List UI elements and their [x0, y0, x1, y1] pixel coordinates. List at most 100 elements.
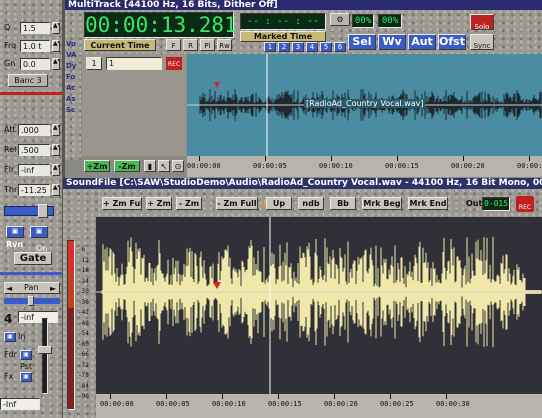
wave-button[interactable]: Wv — [378, 34, 406, 50]
select-button[interactable]: Sel — [348, 34, 376, 50]
pan-right-icon[interactable]: ► — [50, 284, 56, 293]
track-selector-button[interactable]: 5 — [320, 42, 332, 52]
fader-icon[interactable]: ▣ — [20, 350, 32, 360]
automation-button[interactable]: Aut — [408, 34, 436, 50]
transport-button[interactable]: Pl — [200, 39, 215, 51]
soundfile-toolbar-button[interactable]: + Zm — [146, 197, 172, 210]
eq-control-spin[interactable]: ▲▼ — [52, 58, 60, 70]
soundfile-toolbar-button[interactable]: Mrk Beg — [362, 197, 402, 210]
fader-handle[interactable] — [38, 346, 52, 354]
dynamics-control-spin[interactable]: ▲▼ — [52, 144, 60, 156]
mt-tool-button-3[interactable]: ⊙ — [172, 160, 184, 172]
input-icon[interactable]: ▣ — [4, 332, 16, 342]
pan-slider-handle[interactable] — [28, 296, 34, 306]
soundfile-toolbar-button[interactable]: - Zm Full — [216, 197, 258, 210]
bottom-value-field[interactable]: -Inf — [0, 398, 40, 410]
gate-icon[interactable]: ▣ — [30, 226, 48, 238]
meter-scale-label: -24 — [78, 277, 89, 285]
soundfile-toolbar-button[interactable]: ndb — [298, 197, 324, 210]
mt-zoom-out-button[interactable]: -Zm — [114, 160, 140, 172]
transport-button[interactable]: Rw — [217, 39, 232, 51]
fx-icon[interactable]: ▣ — [20, 372, 32, 382]
dynamics-control-field[interactable]: -inf — [18, 164, 50, 176]
multitrack-side-letter[interactable]: Fo — [66, 73, 75, 81]
sf-record-icon[interactable]: REC — [516, 196, 534, 212]
multitrack-side-letter[interactable]: Ac — [66, 84, 76, 92]
sf-playhead-icon[interactable] — [213, 282, 221, 289]
mt-tool-button-2[interactable]: ↖ — [158, 160, 170, 172]
soundfile-toolbar-button[interactable]: - Zm — [176, 197, 202, 210]
multitrack-ruler-tick — [529, 156, 530, 161]
dynamics-control-field[interactable]: .500 — [18, 144, 50, 156]
sync-button[interactable]: Sync — [470, 34, 494, 50]
marked-time-button[interactable]: Marked Time — [240, 31, 326, 42]
multitrack-side-letter[interactable]: As — [66, 95, 76, 103]
track-name-field[interactable]: 1 — [106, 57, 162, 70]
gate-button[interactable]: Gate — [14, 252, 52, 265]
volume-field[interactable]: -inf — [18, 311, 58, 323]
transport-button[interactable]: R — [183, 39, 198, 51]
track-selector-button[interactable]: 3 — [292, 42, 304, 52]
eq-control-field[interactable]: 1.5 — [20, 22, 50, 34]
track-selector-button[interactable]: 1 — [264, 42, 276, 52]
eq-control-spin[interactable]: ▲▼ — [52, 22, 60, 34]
track-record-label: REC — [167, 61, 181, 68]
current-time-button[interactable]: Current Time — [84, 39, 156, 51]
multitrack-ruler-label: 00:00:2 — [517, 162, 542, 170]
multitrack-ruler-tick — [199, 156, 200, 161]
meter-scale-label: -60 — [78, 340, 89, 348]
solo-button[interactable]: Solo — [470, 14, 494, 30]
soundfile-toolbar-button[interactable]: Up — [266, 197, 292, 210]
soundfile-toolbar-button[interactable]: Bb — [330, 197, 356, 210]
mt-tool-button-1[interactable]: ▮ — [144, 160, 156, 172]
dynamics-control-label: Rel — [4, 145, 17, 154]
multitrack-side-letter[interactable]: Sc — [66, 106, 75, 114]
level-meter — [67, 240, 75, 410]
offset-button[interactable]: Ofst — [438, 34, 466, 50]
soundfile-toolbar-button[interactable]: + Zm Full — [102, 197, 142, 210]
track-selector-button[interactable]: 2 — [278, 42, 290, 52]
soundfile-toolbar-button[interactable]: Mrk End — [408, 197, 448, 210]
reverb-icon[interactable]: ▣ — [6, 226, 24, 238]
track-selector-button[interactable]: 6 — [334, 42, 346, 52]
threshold-slider-handle[interactable] — [38, 204, 48, 218]
track-record-icon[interactable]: REC — [166, 57, 182, 70]
meter-scale-label: -42 — [78, 309, 89, 316]
counter-display-1: 00% — [352, 14, 374, 28]
dynamics-control-spin[interactable]: ▲▼ — [52, 164, 60, 176]
sf-record-label: REC — [518, 204, 532, 211]
multitrack-ruler — [187, 156, 542, 177]
dynamics-control-spin[interactable]: ▲▼ — [52, 124, 60, 136]
pan-section-divider — [0, 272, 62, 275]
pan-left-icon[interactable]: ◄ — [6, 284, 12, 293]
multitrack-side-letter[interactable]: Vo — [66, 40, 76, 48]
post-label: Pst — [20, 362, 32, 371]
soundfile-ruler-tick — [166, 394, 167, 399]
fader-track[interactable] — [42, 318, 48, 394]
mt-playhead-icon[interactable] — [214, 82, 220, 88]
eq-control-spin[interactable]: ▲▼ — [52, 40, 60, 52]
eq-control-label: Frq — [4, 41, 17, 50]
eq-control-field[interactable]: 0.0 — [20, 58, 50, 70]
multitrack-ruler-label: 00:00:20 — [451, 162, 485, 170]
soundfile-ruler-label: 00:00:30 — [436, 400, 470, 408]
dynamics-control-spin[interactable]: ▲▼ — [52, 184, 60, 196]
transport-button[interactable]: F — [166, 39, 181, 51]
eq-control-field[interactable]: 1.0 t — [20, 40, 50, 52]
soundfile-ruler-tick — [334, 394, 335, 399]
soundfile-ruler-label: 00:00:25 — [380, 400, 414, 408]
mt-settings-button[interactable]: ⚙ — [330, 13, 350, 26]
mt-zoom-in-button[interactable]: +Zm — [84, 160, 110, 172]
bank-select-button[interactable]: Banc 3 — [8, 74, 48, 87]
track-selector-button[interactable]: 4 — [306, 42, 318, 52]
multitrack-side-letter[interactable]: Dy — [66, 62, 76, 70]
multitrack-clip-label: [RadioAd_Country Vocal.wav] — [304, 99, 426, 108]
dynamics-control-field[interactable]: .000 — [18, 124, 50, 136]
track-number-button[interactable]: 1 — [86, 57, 102, 70]
meter-scale-label: -54 — [78, 330, 89, 337]
dynamics-control-field[interactable]: -11.25 — [18, 184, 50, 196]
soundfile-ruler-tick — [390, 394, 391, 399]
soundfile-ruler-label: 00:00:15 — [268, 400, 302, 408]
multitrack-ruler-tick — [397, 156, 398, 161]
multitrack-side-letter[interactable]: VA — [66, 51, 76, 59]
